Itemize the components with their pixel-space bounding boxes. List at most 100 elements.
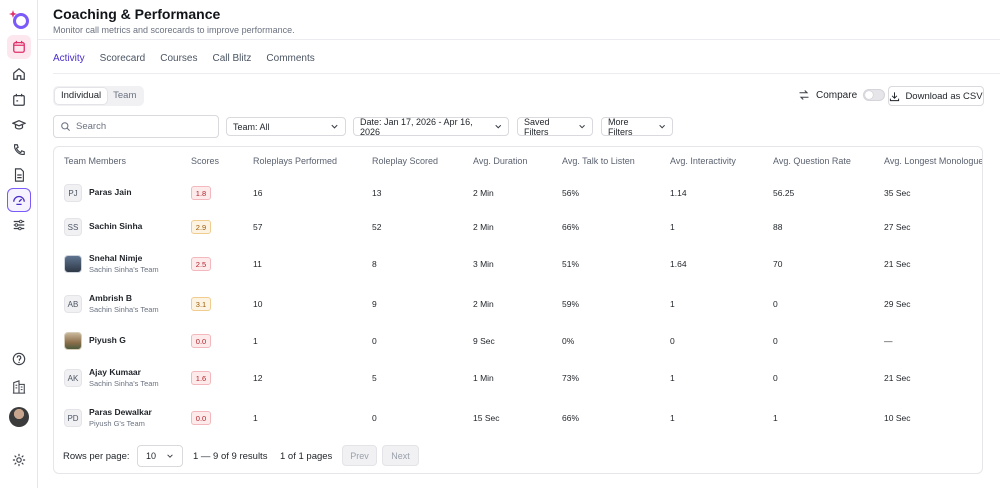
avg-longest-monologue-cell: 10 Sec [884, 413, 911, 423]
tabs-divider [53, 73, 1000, 74]
chevron-down-icon [579, 124, 585, 129]
tab-activity[interactable]: Activity [53, 52, 85, 74]
courses-icon[interactable] [7, 113, 31, 137]
avg-talk-to-listen-cell: 59% [562, 299, 580, 309]
avg-talk-to-listen-cell: 66% [562, 222, 580, 232]
avg-question-rate-cell: 0 [773, 299, 778, 309]
member-avatar: AB [64, 295, 82, 313]
tab-call-blitz[interactable]: Call Blitz [213, 52, 252, 74]
avg-talk-to-listen-cell: 0% [562, 336, 575, 346]
member-name[interactable]: Paras Dewalkar [89, 407, 152, 417]
avg-interactivity-cell: 1 [670, 373, 675, 383]
logo-icon[interactable] [8, 8, 30, 30]
phone-icon[interactable] [7, 138, 31, 162]
rows-per-page-value: 10 [146, 451, 157, 461]
help-icon[interactable] [7, 347, 31, 371]
building-icon[interactable] [7, 375, 31, 399]
table-row[interactable]: PD Paras Dewalkar Piyush G's Team 0.0 1 0 15 S… [54, 399, 982, 437]
tab-scorecard[interactable]: Scorecard [100, 52, 146, 74]
avg-duration-cell: 3 Min [473, 259, 494, 269]
calendar-icon[interactable] [7, 35, 31, 59]
score-badge: 1.6 [191, 371, 211, 385]
roleplay-scored-cell: 13 [372, 188, 382, 198]
user-avatar[interactable] [9, 407, 29, 427]
avg-question-rate-cell: 1 [773, 413, 778, 423]
member-name[interactable]: Sachin Sinha [89, 221, 142, 231]
individual-view-button[interactable]: Individual [55, 88, 108, 104]
member-team: Sachin Sinha's Team [89, 305, 159, 314]
avg-longest-monologue-cell: 21 Sec [884, 373, 911, 383]
sliders-icon[interactable] [7, 213, 31, 237]
avg-longest-monologue-cell: — [884, 336, 893, 346]
avg-interactivity-cell: 1.14 [670, 188, 687, 198]
chevron-down-icon [659, 124, 665, 129]
table-row[interactable]: SS Sachin Sinha 2.9 57 52 2 Min 66% 1 88 27 Sec [54, 208, 982, 246]
member-name[interactable]: Ajay Kumaar [89, 367, 141, 377]
page-subtitle: Monitor call metrics and scorecards to i… [53, 25, 295, 35]
team-filter-dropdown[interactable]: Team: All [226, 117, 346, 136]
coaching-icon[interactable] [7, 188, 31, 212]
team-view-button[interactable]: Team [107, 88, 142, 104]
rows-per-page-select[interactable]: 10 [137, 445, 183, 467]
score-badge: 0.0 [191, 411, 211, 425]
member-team: Sachin Sinha's Team [89, 379, 159, 388]
column-header-avg-longest-monologue[interactable]: Avg. Longest Monologue [884, 156, 982, 166]
member-name[interactable]: Paras Jain [89, 187, 132, 197]
schedule-icon[interactable] [7, 88, 31, 112]
tab-comments[interactable]: Comments [266, 52, 314, 74]
roleplay-scored-cell: 0 [372, 336, 377, 346]
column-header-avg-question-rate[interactable]: Avg. Question Rate [773, 156, 851, 166]
column-header-avg-talk-to-listen[interactable]: Avg. Talk to Listen [562, 156, 635, 166]
prev-page-button[interactable]: Prev [342, 445, 377, 466]
avg-interactivity-cell: 1.64 [670, 259, 687, 269]
avg-question-rate-cell: 0 [773, 336, 778, 346]
download-csv-button[interactable]: Download as CSV [888, 86, 984, 106]
member-name[interactable]: Piyush G [89, 335, 126, 345]
next-page-button[interactable]: Next [382, 445, 419, 466]
home-icon[interactable] [7, 62, 31, 86]
chevron-down-icon [494, 124, 501, 129]
member-avatar: AK [64, 369, 82, 387]
download-csv-label: Download as CSV [905, 90, 983, 102]
more-filters-dropdown[interactable]: More Filters [601, 117, 673, 137]
compare-toggle[interactable] [863, 89, 886, 101]
saved-filters-label: Saved Filters [524, 116, 550, 137]
member-avatar: PD [64, 409, 82, 427]
avg-talk-to-listen-cell: 66% [562, 413, 580, 423]
column-header-team-members[interactable]: Team Members [64, 156, 126, 166]
results-count: 1 — 9 of 9 results [193, 451, 268, 462]
team-filter-label: Team: All [233, 121, 270, 132]
tab-courses[interactable]: Courses [160, 52, 197, 74]
document-icon[interactable] [7, 163, 31, 187]
avg-longest-monologue-cell: 35 Sec [884, 188, 911, 198]
member-name[interactable]: Ambrish B [89, 293, 132, 303]
compare-label: Compare [816, 89, 858, 101]
table-row[interactable]: AB Ambrish B Sachin Sinha's Team 3.1 10 9 2 Mi… [54, 285, 982, 323]
column-header-avg-duration[interactable]: Avg. Duration [473, 156, 527, 166]
avg-longest-monologue-cell: 27 Sec [884, 222, 911, 232]
search-input[interactable] [76, 121, 216, 132]
avg-interactivity-cell: 1 [670, 413, 675, 423]
settings-icon[interactable] [7, 448, 31, 472]
roleplays-performed-cell: 1 [253, 336, 258, 346]
column-header-scores[interactable]: Scores [191, 156, 219, 166]
roleplays-performed-cell: 11 [253, 259, 262, 269]
avg-talk-to-listen-cell: 51% [562, 259, 580, 269]
table-row[interactable]: Snehal Nimje Sachin Sinha's Team 2.5 11 8 3 M… [54, 245, 982, 283]
table-row[interactable]: PJ Paras Jain 1.8 16 13 2 Min 56% 1.14 56.25 35 S… [54, 174, 982, 212]
avg-question-rate-cell: 88 [773, 222, 783, 232]
roleplay-scored-cell: 0 [372, 413, 377, 423]
column-header-roleplay-scored[interactable]: Roleplay Scored [372, 156, 438, 166]
roleplay-scored-cell: 52 [372, 222, 382, 232]
saved-filters-dropdown[interactable]: Saved Filters [517, 116, 593, 137]
avg-longest-monologue-cell: 29 Sec [884, 299, 911, 309]
date-filter-dropdown[interactable]: Date: Jan 17, 2026 - Apr 16, 2026 [353, 117, 509, 137]
column-header-roleplays-performed[interactable]: Roleplays Performed [253, 156, 337, 166]
score-badge: 0.0 [191, 334, 211, 348]
member-name[interactable]: Snehal Nimje [89, 253, 142, 263]
table-row[interactable]: Piyush G 0.0 1 0 9 Sec 0% 0 0 — [54, 322, 982, 360]
team-members-table: Team Members Scores Roleplays Performed … [53, 146, 983, 474]
column-header-avg-interactivity[interactable]: Avg. Interactivity [670, 156, 736, 166]
table-row[interactable]: AK Ajay Kumaar Sachin Sinha's Team 1.6 12 5 1 … [54, 359, 982, 397]
member-team: Piyush G's Team [89, 419, 145, 428]
